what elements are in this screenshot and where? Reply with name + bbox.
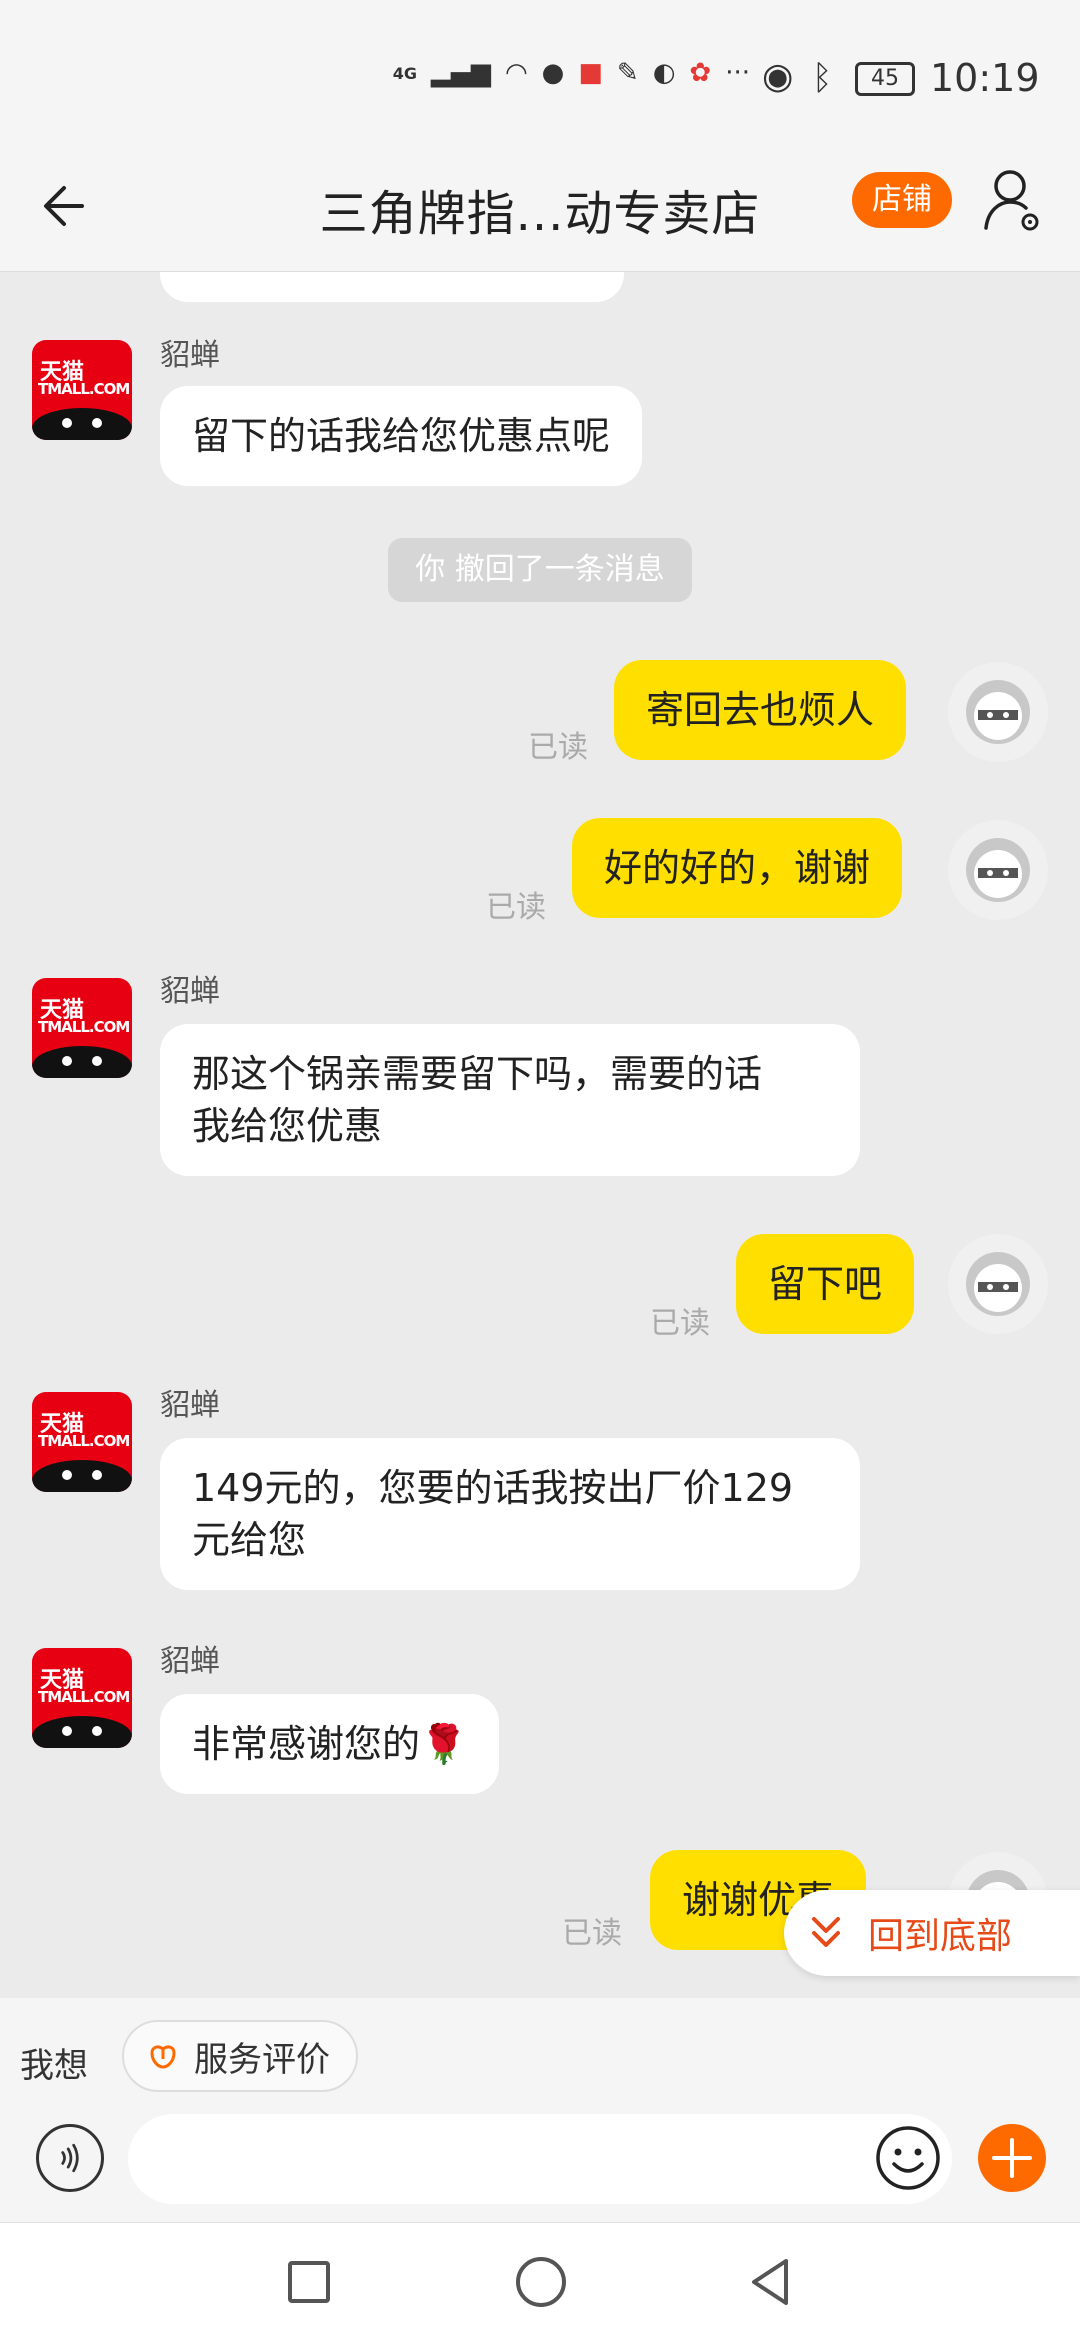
eye-icon: ◉: [762, 56, 794, 97]
status-icons: 4G ▂▄▆ ◠ ● ■ ✎ ◐ ✿ ···: [393, 58, 750, 88]
message-line: 那这个锅亲需要留下吗，需要的话: [192, 1052, 763, 1096]
home-icon[interactable]: [516, 2257, 566, 2307]
message-bubble-mine[interactable]: 留下吧: [736, 1234, 915, 1334]
chat-area[interactable]: 天猫 TMALL.COM 貂蝉 留下的话我给您优惠点呢 你 撤回了一条消息 已读 …: [0, 272, 1080, 1998]
quick-action-label: 我想: [20, 2046, 88, 2086]
app-icon: ✎: [616, 58, 639, 88]
system-navigation-bar: [0, 2222, 1080, 2340]
plus-icon[interactable]: [978, 2124, 1046, 2192]
status-bar: 4G ▂▄▆ ◠ ● ■ ✎ ◐ ✿ ··· ◉ ᛒ 45 10:19: [0, 0, 1080, 150]
shop-avatar[interactable]: 天猫 TMALL.COM: [32, 978, 132, 1078]
message-bubble[interactable]: 留下的话我给您优惠点呢: [160, 386, 643, 486]
battery-icon: 45: [855, 62, 915, 96]
sender-name: 貂蝉: [160, 1388, 220, 1423]
service-evaluation-chip[interactable]: 服务评价: [122, 2020, 358, 2092]
signal-icon: 4G: [392, 63, 417, 83]
recent-apps-icon[interactable]: [288, 2261, 330, 2303]
message-bubble[interactable]: 非常感谢您的🌹: [160, 1694, 500, 1794]
shop-avatar[interactable]: 天猫 TMALL.COM: [32, 1648, 132, 1748]
sender-name: 貂蝉: [160, 1644, 220, 1679]
avatar-image: [966, 680, 1030, 744]
sender-name: 貂蝉: [160, 974, 220, 1009]
system-message: 你 撤回了一条消息: [388, 538, 692, 602]
message-bubble-partial: [160, 272, 624, 302]
sender-name: 貂蝉: [160, 338, 220, 373]
app-icon: ■: [578, 58, 603, 88]
input-area: 我想 服务评价: [0, 1998, 1080, 2222]
wifi-icon: ◠: [504, 58, 528, 88]
back-icon[interactable]: [744, 2255, 798, 2309]
read-status: 已读: [562, 1916, 622, 1951]
shop-avatar[interactable]: 天猫 TMALL.COM: [32, 340, 132, 440]
avatar-image: [966, 838, 1030, 902]
app-icon: ✿: [689, 58, 712, 88]
message-line: 149元的，您要的话我按出厂价129: [192, 1466, 794, 1510]
bluetooth-icon: ᛒ: [812, 58, 833, 98]
message-bubble-mine[interactable]: 寄回去也烦人: [614, 660, 907, 760]
user-avatar[interactable]: [948, 820, 1048, 920]
user-settings-icon[interactable]: [984, 166, 1044, 236]
clock: 10:19: [930, 56, 1040, 100]
user-avatar[interactable]: [948, 1234, 1048, 1334]
emoji-icon[interactable]: [874, 2124, 942, 2192]
chat-header: 三角牌指...动专卖店 店铺: [0, 150, 1080, 272]
signal-bars-icon: ▂▄▆: [430, 58, 491, 88]
wechat-icon: ●: [541, 58, 565, 88]
user-avatar[interactable]: [948, 662, 1048, 762]
read-status: 已读: [650, 1306, 710, 1341]
flower-icon: [150, 2045, 176, 2069]
service-evaluation-label: 服务评价: [194, 2039, 330, 2080]
avatar-image: [966, 1252, 1030, 1316]
double-chevron-down-icon: [812, 1917, 840, 1947]
read-status: 已读: [486, 890, 546, 925]
shop-button[interactable]: 店铺: [852, 172, 952, 228]
shop-avatar[interactable]: 天猫 TMALL.COM: [32, 1392, 132, 1492]
more-icon: ···: [725, 58, 750, 88]
read-status: 已读: [528, 730, 588, 765]
scroll-to-bottom-label: 回到底部: [868, 1916, 1013, 1957]
voice-input-icon[interactable]: [36, 2124, 104, 2192]
message-input[interactable]: [128, 2114, 952, 2204]
app-icon: ◐: [652, 58, 676, 88]
scroll-to-bottom-button[interactable]: 回到底部: [784, 1890, 1080, 1976]
message-bubble[interactable]: 那这个锅亲需要留下吗，需要的话 我给您优惠: [160, 1024, 860, 1176]
message-bubble-mine[interactable]: 好的好的，谢谢: [572, 818, 903, 918]
message-line: 我给您优惠: [192, 1104, 383, 1148]
message-bubble[interactable]: 149元的，您要的话我按出厂价129 元给您: [160, 1438, 860, 1590]
message-line: 元给您: [192, 1518, 307, 1562]
